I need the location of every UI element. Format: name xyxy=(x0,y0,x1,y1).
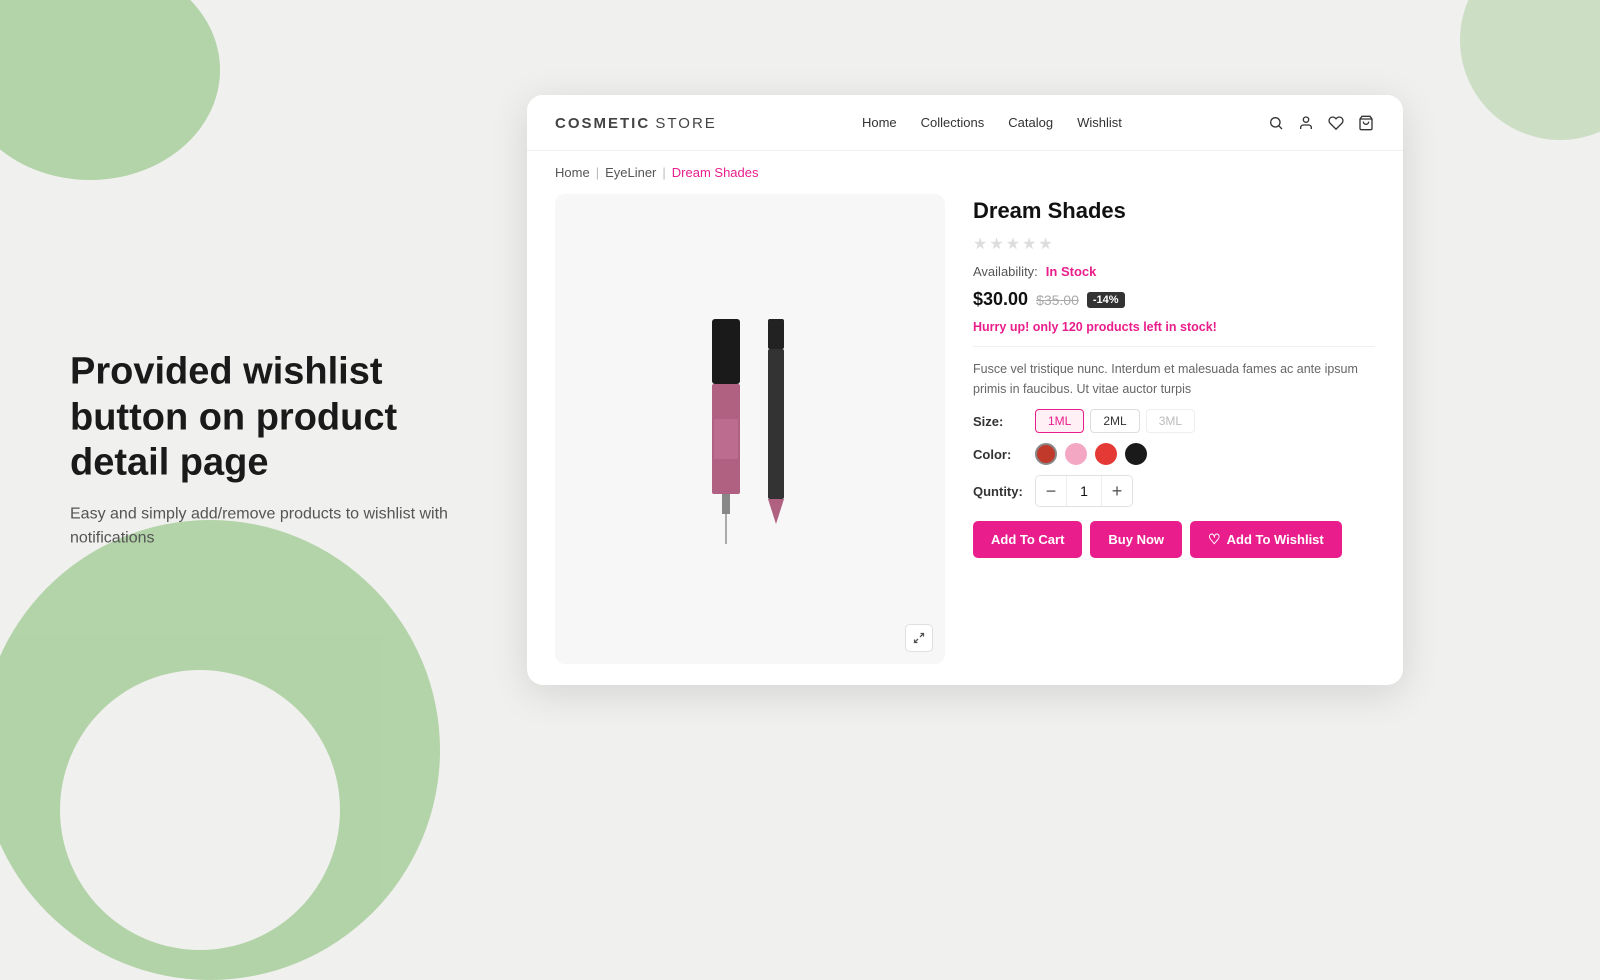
expand-icon[interactable] xyxy=(905,624,933,652)
star-2: ★ xyxy=(989,234,1003,254)
store-logo: COSMETIC STORE xyxy=(555,113,717,133)
availability-row: Availability: In Stock xyxy=(973,264,1375,279)
store-header: COSMETIC STORE Home Collections Catalog … xyxy=(527,95,1403,151)
product-layout: Dream Shades ★ ★ ★ ★ ★ Availability: In … xyxy=(527,194,1403,684)
promo-heading: Provided wishlist button on product deta… xyxy=(70,350,490,487)
color-dot-3[interactable] xyxy=(1095,443,1117,465)
size-1ml[interactable]: 1ML xyxy=(1035,409,1084,433)
heart-icon[interactable] xyxy=(1327,114,1345,132)
product-info: Dream Shades ★ ★ ★ ★ ★ Availability: In … xyxy=(973,194,1375,664)
color-dot-1[interactable] xyxy=(1035,443,1057,465)
color-options xyxy=(1035,443,1147,465)
availability-value: In Stock xyxy=(1046,264,1097,279)
quantity-increase[interactable]: + xyxy=(1102,476,1132,506)
star-5: ★ xyxy=(1038,234,1052,254)
nav-catalog[interactable]: Catalog xyxy=(1008,115,1053,130)
breadcrumb-sep-2: | xyxy=(662,165,665,180)
product-illustration xyxy=(670,309,830,549)
product-stars: ★ ★ ★ ★ ★ xyxy=(973,234,1375,254)
divider xyxy=(973,346,1375,347)
breadcrumb-sep-1: | xyxy=(596,165,599,180)
color-dot-4[interactable] xyxy=(1125,443,1147,465)
size-options: 1ML 2ML 3ML xyxy=(1035,409,1195,433)
color-row: Color: xyxy=(973,443,1375,465)
breadcrumb: Home | EyeLiner | Dream Shades xyxy=(527,151,1403,194)
store-window: COSMETIC STORE Home Collections Catalog … xyxy=(527,95,1403,685)
price-badge: -14% xyxy=(1087,292,1125,308)
quantity-decrease[interactable]: − xyxy=(1036,476,1066,506)
availability-label: Availability: xyxy=(973,264,1038,279)
breadcrumb-home[interactable]: Home xyxy=(555,165,590,180)
product-image xyxy=(555,194,945,664)
quantity-row: Quntity: − 1 + xyxy=(973,475,1375,507)
bg-shape-top-right xyxy=(1460,0,1600,140)
price-original: $35.00 xyxy=(1036,292,1079,308)
promo-subtext: Easy and simply add/remove products to w… xyxy=(70,502,490,550)
product-image-box xyxy=(555,194,945,664)
quantity-value: 1 xyxy=(1066,476,1102,506)
quantity-control: − 1 + xyxy=(1035,475,1133,507)
nav-wishlist[interactable]: Wishlist xyxy=(1077,115,1122,130)
bg-shape-top-left xyxy=(0,0,220,180)
add-to-wishlist-button[interactable]: ♡ Add To Wishlist xyxy=(1190,521,1342,558)
color-label: Color: xyxy=(973,447,1025,462)
size-label: Size: xyxy=(973,414,1025,429)
product-description: Fusce vel tristique nunc. Interdum et ma… xyxy=(973,359,1375,399)
price-row: $30.00 $35.00 -14% xyxy=(973,289,1375,310)
promo-section: Provided wishlist button on product deta… xyxy=(70,350,490,551)
price-current: $30.00 xyxy=(973,289,1028,310)
user-icon[interactable] xyxy=(1297,114,1315,132)
breadcrumb-category[interactable]: EyeLiner xyxy=(605,165,656,180)
size-3ml[interactable]: 3ML xyxy=(1146,409,1195,433)
search-icon[interactable] xyxy=(1267,114,1285,132)
color-dot-2[interactable] xyxy=(1065,443,1087,465)
action-buttons: Add To Cart Buy Now ♡ Add To Wishlist xyxy=(973,521,1375,558)
bg-shape-bottom-left xyxy=(0,520,440,980)
hurry-up-text: Hurry up! only 120 products left in stoc… xyxy=(973,320,1375,334)
cart-icon[interactable] xyxy=(1357,114,1375,132)
star-4: ★ xyxy=(1022,234,1036,254)
star-3: ★ xyxy=(1006,234,1020,254)
product-title: Dream Shades xyxy=(973,198,1375,224)
size-2ml[interactable]: 2ML xyxy=(1090,409,1139,433)
store-nav: Home Collections Catalog Wishlist xyxy=(862,115,1122,130)
quantity-label: Quntity: xyxy=(973,484,1025,499)
nav-home[interactable]: Home xyxy=(862,115,897,130)
add-to-cart-button[interactable]: Add To Cart xyxy=(973,521,1082,558)
size-row: Size: 1ML 2ML 3ML xyxy=(973,409,1375,433)
nav-collections[interactable]: Collections xyxy=(921,115,985,130)
buy-now-button[interactable]: Buy Now xyxy=(1090,521,1182,558)
bg-shape-inner xyxy=(60,670,340,950)
header-icons xyxy=(1267,114,1375,132)
breadcrumb-current: Dream Shades xyxy=(672,165,759,180)
wishlist-heart-icon: ♡ xyxy=(1208,531,1221,548)
star-1: ★ xyxy=(973,234,987,254)
